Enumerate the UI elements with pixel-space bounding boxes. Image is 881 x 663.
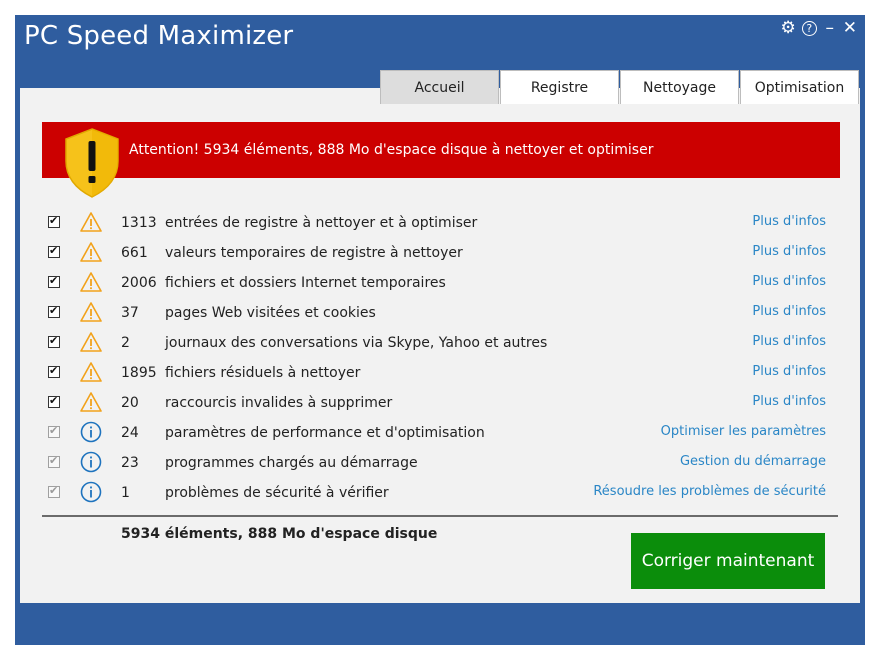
alert-text: Attention! 5934 éléments, 888 Mo d'espac… — [129, 142, 654, 158]
close-icon[interactable]: ✕ — [843, 18, 857, 38]
list-item: 661 valeurs temporaires de registre à ne… — [48, 238, 828, 268]
item-count: 2006 — [121, 275, 157, 291]
item-link[interactable]: Plus d'infos — [752, 304, 826, 319]
list-item: 2 journaux des conversations via Skype, … — [48, 328, 828, 358]
warning-icon — [80, 241, 102, 263]
list-item: 37 pages Web visitées et cookies Plus d'… — [48, 298, 828, 328]
item-count: 20 — [121, 395, 139, 411]
item-description: valeurs temporaires de registre à nettoy… — [165, 245, 463, 261]
list-item: 24 paramètres de performance et d'optimi… — [48, 418, 828, 448]
divider — [42, 515, 838, 517]
warning-icon — [80, 361, 102, 383]
item-checkbox[interactable] — [48, 424, 60, 438]
item-count: 23 — [121, 455, 139, 471]
tab-bar: Accueil Registre Nettoyage Optimisation — [380, 70, 860, 104]
item-checkbox[interactable] — [48, 394, 60, 408]
item-count: 661 — [121, 245, 148, 261]
warning-shield-icon — [65, 128, 119, 198]
list-item: 1895 fichiers résiduels à nettoyer Plus … — [48, 358, 828, 388]
item-link[interactable]: Optimiser les paramètres — [661, 424, 826, 439]
warning-icon — [80, 391, 102, 413]
info-icon — [80, 481, 102, 503]
item-description: pages Web visitées et cookies — [165, 305, 376, 321]
item-link[interactable]: Résoudre les problèmes de sécurité — [593, 484, 826, 499]
item-link[interactable]: Gestion du démarrage — [680, 454, 826, 469]
item-checkbox[interactable] — [48, 304, 60, 318]
info-icon — [80, 421, 102, 443]
item-description: entrées de registre à nettoyer et à opti… — [165, 215, 478, 231]
item-checkbox[interactable] — [48, 214, 60, 228]
fix-now-button[interactable]: Corriger maintenant — [631, 533, 825, 589]
tab-nettoyage[interactable]: Nettoyage — [620, 70, 739, 104]
item-count: 1 — [121, 485, 130, 501]
minimize-icon[interactable]: – — [823, 18, 837, 38]
item-checkbox[interactable] — [48, 364, 60, 378]
tab-optimisation[interactable]: Optimisation — [740, 70, 859, 104]
item-count: 24 — [121, 425, 139, 441]
item-description: fichiers et dossiers Internet temporaire… — [165, 275, 446, 291]
item-description: programmes chargés au démarrage — [165, 455, 418, 471]
item-link[interactable]: Plus d'infos — [752, 214, 826, 229]
alert-banner: Attention! 5934 éléments, 888 Mo d'espac… — [42, 122, 840, 178]
item-checkbox[interactable] — [48, 334, 60, 348]
item-description: fichiers résiduels à nettoyer — [165, 365, 361, 381]
item-count: 1895 — [121, 365, 157, 381]
item-count: 1313 — [121, 215, 157, 231]
item-description: journaux des conversations via Skype, Ya… — [165, 335, 548, 351]
info-icon — [80, 451, 102, 473]
list-item: 20 raccourcis invalides à supprimer Plus… — [48, 388, 828, 418]
item-link[interactable]: Plus d'infos — [752, 364, 826, 379]
item-link[interactable]: Plus d'infos — [752, 394, 826, 409]
item-checkbox[interactable] — [48, 274, 60, 288]
item-count: 37 — [121, 305, 139, 321]
item-checkbox[interactable] — [48, 244, 60, 258]
list-item: 1313 entrées de registre à nettoyer et à… — [48, 208, 828, 238]
summary-text: 5934 éléments, 888 Mo d'espace disque — [121, 526, 438, 542]
warning-icon — [80, 211, 102, 233]
item-count: 2 — [121, 335, 130, 351]
list-item: 2006 fichiers et dossiers Internet tempo… — [48, 268, 828, 298]
app-window: PC Speed Maximizer ⚙ ? – ✕ Accueil Regis… — [15, 15, 865, 645]
item-description: problèmes de sécurité à vérifier — [165, 485, 389, 501]
item-link[interactable]: Plus d'infos — [752, 334, 826, 349]
window-controls: ⚙ ? – ✕ — [781, 18, 858, 38]
item-link[interactable]: Plus d'infos — [752, 274, 826, 289]
warning-icon — [80, 301, 102, 323]
item-description: raccourcis invalides à supprimer — [165, 395, 393, 411]
app-title: PC Speed Maximizer — [24, 21, 294, 51]
issues-list: 1313 entrées de registre à nettoyer et à… — [48, 208, 828, 508]
item-checkbox[interactable] — [48, 454, 60, 468]
tab-registre[interactable]: Registre — [500, 70, 619, 104]
item-description: paramètres de performance et d'optimisat… — [165, 425, 485, 441]
settings-icon[interactable]: ⚙ — [781, 18, 796, 38]
warning-icon — [80, 331, 102, 353]
item-checkbox[interactable] — [48, 484, 60, 498]
tab-accueil[interactable]: Accueil — [380, 70, 499, 104]
list-item: 1 problèmes de sécurité à vérifier Résou… — [48, 478, 828, 508]
list-item: 23 programmes chargés au démarrage Gesti… — [48, 448, 828, 478]
warning-icon — [80, 271, 102, 293]
item-link[interactable]: Plus d'infos — [752, 244, 826, 259]
help-icon[interactable]: ? — [801, 20, 817, 36]
